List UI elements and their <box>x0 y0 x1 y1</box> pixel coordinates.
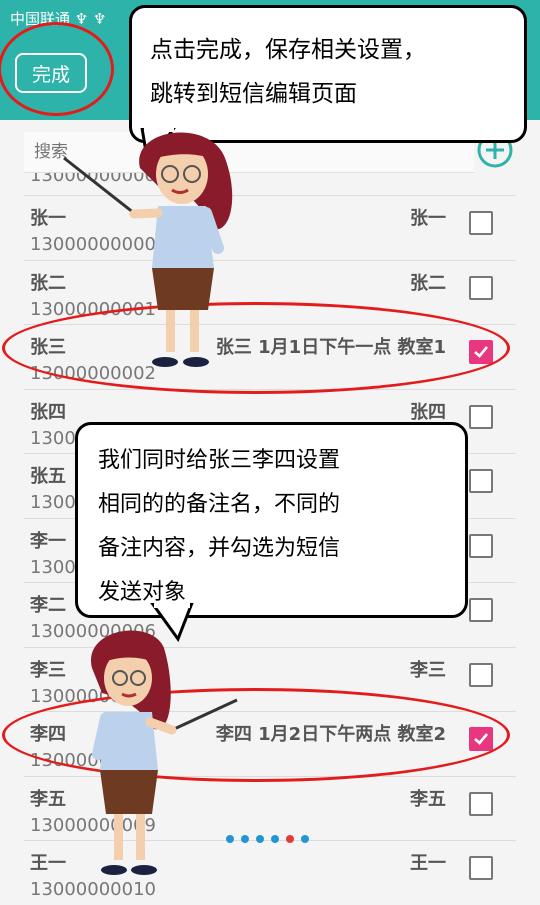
contact-remark: 李三 <box>410 659 446 681</box>
contact-remark: 张二 <box>410 272 446 294</box>
callout-middle: 我们同时给张三李四设置 相同的的备注名，不同的 备注内容，并勾选为短信 发送对象 <box>75 422 468 618</box>
teacher-illustration <box>63 132 233 367</box>
contact-remark: 张一 <box>410 208 446 229</box>
select-checkbox[interactable] <box>469 856 493 880</box>
select-checkbox[interactable] <box>469 404 493 429</box>
highlight-oval-done <box>0 22 114 116</box>
callout-top-line: 跳转到短信编辑页面 <box>150 81 357 107</box>
select-checkbox[interactable] <box>469 533 493 558</box>
page-dot[interactable] <box>271 835 279 843</box>
contact-name: 李一 <box>30 530 66 552</box>
select-checkbox[interactable] <box>469 598 493 622</box>
callout-top-line: 点击完成，保存相关设置， <box>150 37 426 63</box>
page-dot[interactable] <box>256 835 264 843</box>
contact-phone: 13000000010 <box>30 879 156 900</box>
select-checkbox[interactable] <box>469 469 493 493</box>
page-dot[interactable] <box>301 835 309 843</box>
contact-name: 李三 <box>30 659 66 681</box>
contact-remark: 李五 <box>410 788 446 810</box>
select-checkbox[interactable] <box>469 211 493 235</box>
contact-name: 张四 <box>30 401 66 423</box>
select-checkbox[interactable] <box>469 662 493 687</box>
contact-name: 李五 <box>30 788 66 810</box>
select-checkbox[interactable] <box>469 275 493 300</box>
page-dot[interactable] <box>241 835 249 843</box>
page-dot-active[interactable] <box>286 835 294 843</box>
contact-remark: 王一 <box>410 853 446 874</box>
contact-name: 李二 <box>30 595 66 616</box>
contact-name: 王一 <box>30 853 66 874</box>
contact-name: 张五 <box>30 466 66 487</box>
callout-middle-line: 我们同时给张三李四设置 <box>98 448 341 473</box>
teacher-illustration <box>91 630 238 875</box>
callout-middle-line: 备注内容，并勾选为短信 <box>98 536 341 561</box>
select-checkbox[interactable] <box>469 791 493 816</box>
contact-remark: 张四 <box>410 401 446 423</box>
callout-middle-line: 相同的的备注名，不同的 <box>98 492 341 517</box>
